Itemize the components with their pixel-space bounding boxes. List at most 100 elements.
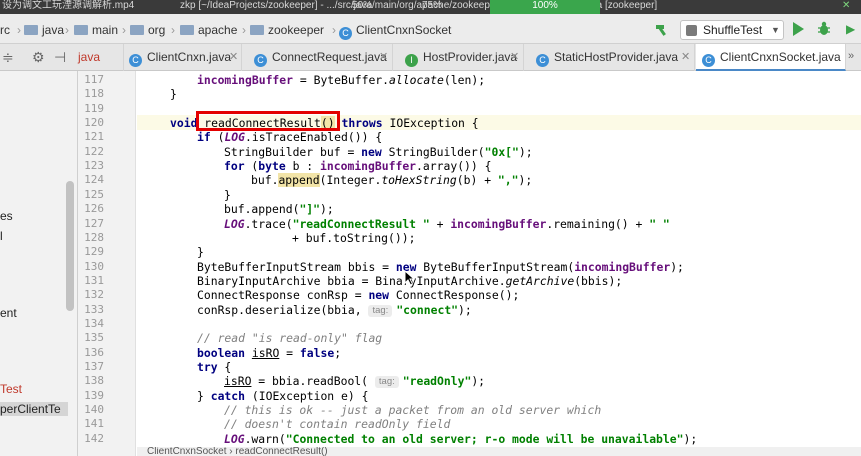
- class-icon: C: [339, 27, 352, 40]
- line-number: 122: [84, 144, 104, 158]
- code-line-140: // this is ok -- just a packet from an o…: [224, 403, 602, 418]
- breadcrumb-java[interactable]: java: [24, 22, 64, 38]
- tab-hostprovider[interactable]: I HostProvider.java ✕: [394, 44, 524, 71]
- breadcrumb-zookeeper[interactable]: zookeeper: [250, 22, 324, 38]
- line-number: 130: [84, 259, 104, 273]
- breadcrumb-separator: ›: [65, 23, 69, 37]
- code-line-127: LOG.trace("readConnectResult " + incomin…: [224, 216, 670, 231]
- run-icon[interactable]: [793, 22, 804, 36]
- class-icon: C: [254, 54, 267, 67]
- code-line-122: StringBuilder buf = new StringBuilder("0…: [224, 144, 533, 159]
- class-icon: C: [536, 54, 549, 67]
- folder-icon: [250, 25, 264, 35]
- parameter-hint: tag:: [368, 304, 393, 317]
- line-number: 137: [84, 360, 104, 373]
- line-number: 141: [84, 417, 104, 431]
- breadcrumb-main[interactable]: main: [74, 22, 118, 38]
- zoom-option-100[interactable]: 100%: [490, 0, 600, 14]
- mouse-pointer-icon: [404, 270, 416, 286]
- line-number: 118: [84, 87, 104, 101]
- hide-panel-icon[interactable]: ⊣: [54, 49, 66, 65]
- close-tab-icon[interactable]: ✕: [681, 44, 690, 71]
- folder-icon: [74, 25, 88, 35]
- tab-overflow-icon[interactable]: »: [848, 50, 854, 62]
- code-line-132: ConnectResponse conRsp = new ConnectResp…: [197, 288, 520, 303]
- tree-item[interactable]: Test: [0, 382, 22, 396]
- tree-item[interactable]: es: [0, 209, 13, 223]
- line-number: 134: [84, 316, 104, 330]
- tab-statichostprovider[interactable]: C StaticHostProvider.java ✕: [525, 44, 695, 71]
- folder-icon: [24, 25, 38, 35]
- tab-clientcnxnsocket[interactable]: C ClientCnxnSocket.java: [696, 44, 846, 71]
- code-line-138: isRO = bbia.readBool( tag: "readOnly");: [224, 374, 486, 389]
- tab-connectrequest[interactable]: C ConnectRequest.java ✕: [243, 44, 393, 71]
- code-line-137: try {: [197, 360, 232, 374]
- window-title-bar: 设为调文工玩湮源调解析.mp4 zkp [~/IdeaProjects/zook…: [0, 0, 861, 14]
- line-number: 120: [84, 116, 104, 130]
- close-tab-icon[interactable]: ✕: [229, 44, 238, 71]
- line-number: 124: [84, 173, 104, 187]
- tree-item[interactable]: l: [0, 229, 3, 243]
- line-number: 123: [84, 159, 104, 173]
- line-number: 139: [84, 388, 104, 402]
- code-line-135: // read "is read-only" flag: [197, 331, 383, 346]
- tab-partial-java[interactable]: java: [74, 44, 124, 71]
- code-line-142: LOG.warn("Connected to an old server; r-…: [224, 431, 698, 446]
- code-line-118: }: [170, 87, 177, 102]
- line-number: 125: [84, 187, 104, 201]
- line-number: 135: [84, 331, 104, 345]
- code-line-133: conRsp.deserialize(bbia, tag: "connect");: [197, 302, 472, 317]
- line-number: 132: [84, 288, 104, 302]
- zoom-option-50[interactable]: 50%: [352, 0, 372, 12]
- breadcrumb-separator: ›: [242, 23, 246, 37]
- tab-clientcnxn[interactable]: C ClientCnxn.java ✕: [125, 44, 242, 71]
- project-scrollbar[interactable]: [66, 181, 74, 311]
- interface-icon: I: [405, 54, 418, 67]
- tree-item-selected[interactable]: perClientTe: [0, 402, 68, 416]
- line-number: 119: [84, 101, 104, 115]
- folder-icon: [180, 25, 194, 35]
- class-icon: C: [129, 54, 142, 67]
- line-number: 121: [84, 130, 104, 144]
- line-number: 142: [84, 431, 104, 445]
- highlight-annotation-box: [196, 111, 340, 131]
- close-tab-icon[interactable]: ✕: [379, 44, 388, 71]
- code-line-124: buf.append(Integer.toHexString(b) + ",")…: [251, 173, 533, 188]
- run-configuration-select[interactable]: ShuffleTest ▼: [680, 20, 784, 40]
- close-icon[interactable]: ✕: [842, 0, 850, 12]
- tree-item[interactable]: ent: [0, 306, 17, 320]
- code-line-121: if (LOG.isTraceEnabled()) {: [197, 130, 383, 145]
- chevron-down-icon: ▼: [771, 25, 780, 35]
- junit-icon: [686, 25, 697, 36]
- code-editor[interactable]: incomingBuffer = ByteBuffer.allocate(len…: [137, 71, 861, 456]
- coverage-icon[interactable]: ▶: [846, 22, 855, 36]
- breadcrumb-apache[interactable]: apache: [180, 22, 237, 38]
- code-line-130: ByteBufferInputStream bbis = new ByteBuf…: [197, 259, 684, 274]
- line-number: 127: [84, 216, 104, 230]
- line-number: 117: [84, 73, 104, 86]
- code-line-129: }: [197, 245, 204, 260]
- build-hammer-icon[interactable]: [655, 24, 669, 36]
- breadcrumb-org[interactable]: org: [130, 22, 165, 38]
- folder-icon: [130, 25, 144, 35]
- code-line-141: // doesn't contain readOnly field: [224, 417, 451, 432]
- method-breadcrumb[interactable]: ClientCnxnSocket › readConnectResult(): [147, 447, 328, 456]
- breadcrumb-separator: ›: [332, 23, 336, 37]
- collapse-icon[interactable]: ≑: [2, 49, 14, 65]
- breadcrumb-separator: ›: [17, 23, 21, 37]
- line-number: 140: [84, 403, 104, 417]
- line-number: 131: [84, 273, 104, 287]
- debug-icon[interactable]: [817, 21, 831, 37]
- gear-icon[interactable]: ⚙: [32, 49, 45, 65]
- code-line-123: for (byte b : incomingBuffer.array()) {: [224, 159, 492, 174]
- editor-breadcrumb-bar: ClientCnxnSocket › readConnectResult(): [137, 447, 861, 456]
- line-number: 129: [84, 245, 104, 259]
- line-number: 136: [84, 345, 104, 359]
- zoom-option-75[interactable]: 75%: [422, 0, 442, 12]
- breadcrumb-src[interactable]: rc: [0, 22, 10, 38]
- code-line-125: }: [224, 187, 231, 202]
- close-tab-icon[interactable]: ✕: [510, 44, 519, 71]
- breadcrumb-separator: ›: [122, 23, 126, 37]
- breadcrumb-clientcnxnsocket[interactable]: C ClientCnxnSocket: [339, 22, 451, 40]
- editor-tab-bar: ≑ ⚙ ⊣ java C ClientCnxn.java ✕ C ConnectReq…: [0, 44, 861, 71]
